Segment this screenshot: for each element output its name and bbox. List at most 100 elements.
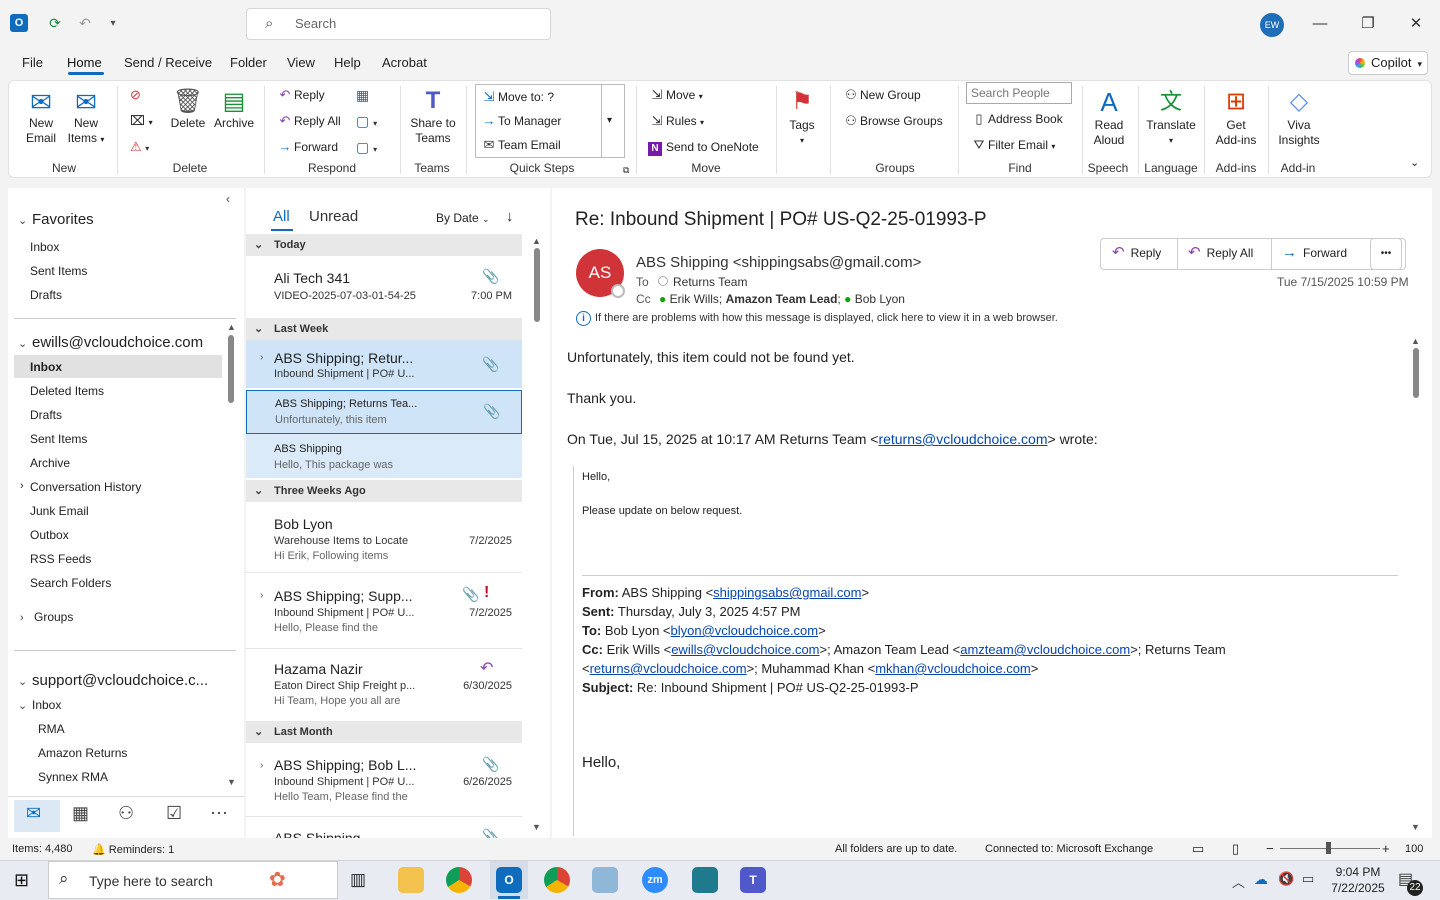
reply-all-action-button[interactable]: ↶ Reply All: [1188, 238, 1253, 270]
volume-muted-icon[interactable]: 🔇: [1278, 871, 1294, 887]
windows-start-icon[interactable]: ⊞: [14, 870, 29, 891]
folder-rss-feeds[interactable]: RSS Feeds: [30, 552, 91, 566]
dialog-launcher-icon[interactable]: ⧉: [623, 163, 629, 177]
zoom-app-icon[interactable]: zm: [642, 867, 668, 893]
read-aloud-button[interactable]: A Read Aloud: [1088, 86, 1130, 148]
reading-scroll-down-icon[interactable]: ▼: [1411, 822, 1420, 832]
new-email-button[interactable]: ✉ New Email: [22, 88, 60, 146]
qs-move-to[interactable]: ⇲ Move to: ?: [480, 90, 554, 105]
sync-icon[interactable]: ⟳: [44, 12, 66, 34]
archive-button[interactable]: ▤ Archive: [212, 88, 256, 131]
folder-amazon-returns[interactable]: Amazon Returns: [38, 746, 127, 760]
im-icon[interactable]: ▢ ▾: [356, 114, 377, 131]
to-link[interactable]: blyon@vcloudchoice.com: [671, 623, 819, 638]
cc-link-4[interactable]: mkhan@vcloudchoice.com: [875, 661, 1031, 676]
browse-groups-button[interactable]: ⚇ Browse Groups: [842, 114, 943, 129]
new-group-button[interactable]: ⚇ New Group: [842, 88, 921, 103]
fav-drafts[interactable]: Drafts: [30, 288, 62, 302]
send-to-onenote-button[interactable]: N Send to OneNote: [648, 140, 759, 156]
cc-recipient-1[interactable]: Erik Wills;: [670, 292, 723, 306]
cleanup-icon[interactable]: ⌧ ▾: [130, 114, 153, 130]
list-item[interactable]: Bob Lyon Warehouse Items to Locate 7/2/2…: [246, 504, 522, 570]
menu-view[interactable]: View: [287, 55, 315, 70]
favorites-header[interactable]: ⌄ Favorites: [18, 211, 94, 228]
folder-inbox[interactable]: Inbox: [30, 360, 62, 374]
folder-outbox[interactable]: Outbox: [30, 528, 69, 542]
nav-scroll-up-icon[interactable]: ▲: [227, 322, 236, 332]
menu-home[interactable]: Home: [67, 55, 102, 70]
translate-button[interactable]: 文 Translate ▾: [1144, 86, 1198, 148]
cc-link-1[interactable]: ewills@vcloudchoice.com: [671, 642, 819, 657]
folder-synnex-rma[interactable]: Synnex RMA: [38, 770, 108, 784]
sort-dropdown[interactable]: By Date ⌄: [436, 211, 490, 225]
move-button[interactable]: ⇲ Move ▾: [648, 88, 703, 104]
reply-action-button[interactable]: ↶ Reply: [1112, 238, 1161, 270]
list-item[interactable]: › ABS Shipping; Retur... Inbound Shipmen…: [246, 340, 522, 388]
group-three-weeks-ago[interactable]: ⌄ Three Weeks Ago: [246, 480, 522, 502]
list-item[interactable]: ABS Shipping Hello, This package was: [246, 434, 522, 478]
viva-insights-button[interactable]: ◇ Viva Insights: [1274, 86, 1324, 148]
normal-view-icon[interactable]: ▭: [1192, 841, 1204, 857]
customize-toolbar-icon[interactable]: ▾: [102, 12, 124, 34]
support-inbox[interactable]: ⌄ Inbox: [18, 698, 61, 712]
hidden-icons-chevron[interactable]: ︿: [1232, 872, 1245, 891]
expand-conversation-history-icon[interactable]: ›: [20, 480, 24, 492]
more-apps-icon[interactable]: ⋯: [210, 803, 228, 824]
people-icon[interactable]: ⚇: [118, 803, 134, 824]
app-icon[interactable]: [592, 867, 618, 893]
fav-inbox[interactable]: Inbox: [30, 240, 59, 254]
avatar[interactable]: EW: [1260, 13, 1284, 37]
fav-sent-items[interactable]: Sent Items: [30, 264, 87, 278]
list-scroll-down-icon[interactable]: ▼: [532, 822, 541, 832]
expand-thread-icon[interactable]: ›: [260, 760, 263, 771]
menu-help[interactable]: Help: [334, 55, 361, 70]
minimize-button[interactable]: —: [1308, 12, 1332, 36]
folder-drafts[interactable]: Drafts: [30, 408, 62, 422]
reading-scrollbar[interactable]: [1413, 348, 1419, 398]
share-to-teams-button[interactable]: T Share to Teams: [408, 86, 458, 146]
expand-thread-icon[interactable]: ›: [260, 352, 263, 363]
sort-direction-icon[interactable]: ↓: [506, 208, 514, 225]
groups-header[interactable]: › Groups: [20, 610, 73, 624]
qs-to-manager[interactable]: → To Manager: [480, 114, 562, 129]
quote-header-link[interactable]: returns@vcloudchoice.com: [878, 431, 1047, 447]
maximize-button[interactable]: ❐: [1356, 12, 1380, 36]
mail-icon[interactable]: ✉: [26, 803, 41, 824]
tab-unread[interactable]: Unread: [309, 208, 358, 225]
list-item[interactable]: › ABS Shipping; Supp... Inbound Shipment…: [246, 574, 522, 646]
menu-send-receive[interactable]: Send / Receive: [124, 55, 212, 70]
rules-button[interactable]: ⇲ Rules ▾: [648, 114, 705, 130]
task-view-icon[interactable]: ▥: [350, 870, 366, 890]
meeting-icon[interactable]: ▦: [356, 88, 369, 102]
menu-acrobat[interactable]: Acrobat: [382, 55, 427, 70]
sender-name[interactable]: ABS Shipping <shippingsabs@gmail.com>: [636, 254, 921, 271]
cc-link-3[interactable]: returns@vcloudchoice.com: [590, 661, 747, 676]
account-header-support[interactable]: ⌄ support@vcloudchoice.c...: [18, 672, 208, 689]
menu-folder[interactable]: Folder: [230, 55, 267, 70]
get-addins-button[interactable]: ⊞ Get Add-ins: [1210, 86, 1262, 148]
list-item[interactable]: ABS Shipping 📎: [246, 818, 522, 840]
more-actions-button[interactable]: •••: [1370, 238, 1402, 270]
qs-team-email[interactable]: ✉ Team Email: [480, 138, 561, 153]
address-book-button[interactable]: ▯ Address Book: [970, 112, 1062, 127]
calendar-icon[interactable]: ▦: [72, 803, 89, 824]
to-recipient[interactable]: Returns Team: [673, 275, 747, 289]
app-icon-2[interactable]: [692, 867, 718, 893]
list-item[interactable]: Ali Tech 341 VIDEO-2025-07-03-01-54-25 📎…: [246, 256, 522, 316]
reading-scroll-up-icon[interactable]: ▲: [1411, 336, 1420, 346]
list-scrollbar[interactable]: [534, 248, 540, 322]
ignore-icon[interactable]: ⊘: [130, 88, 141, 102]
reminders[interactable]: 🔔 Reminders: 1: [92, 843, 174, 856]
from-link[interactable]: shippingsabs@gmail.com: [713, 585, 861, 600]
info-bar[interactable]: If there are problems with how this mess…: [595, 312, 1058, 324]
ribbon-collapse-icon[interactable]: ⌄: [1410, 156, 1419, 170]
search-input[interactable]: ⌕ Search: [246, 8, 551, 40]
file-explorer-icon[interactable]: [398, 867, 424, 893]
chrome-icon[interactable]: [446, 867, 472, 893]
cc-recipient-2[interactable]: Amazon Team Lead: [726, 292, 838, 306]
folder-junk-email[interactable]: Junk Email: [30, 504, 89, 518]
zoom-thumb[interactable]: [1326, 842, 1331, 854]
reply-button[interactable]: ↶ Reply: [276, 88, 325, 103]
more-respond-icon[interactable]: ▢ ▾: [356, 140, 377, 157]
nav-scroll-down-icon[interactable]: ▼: [227, 777, 236, 787]
